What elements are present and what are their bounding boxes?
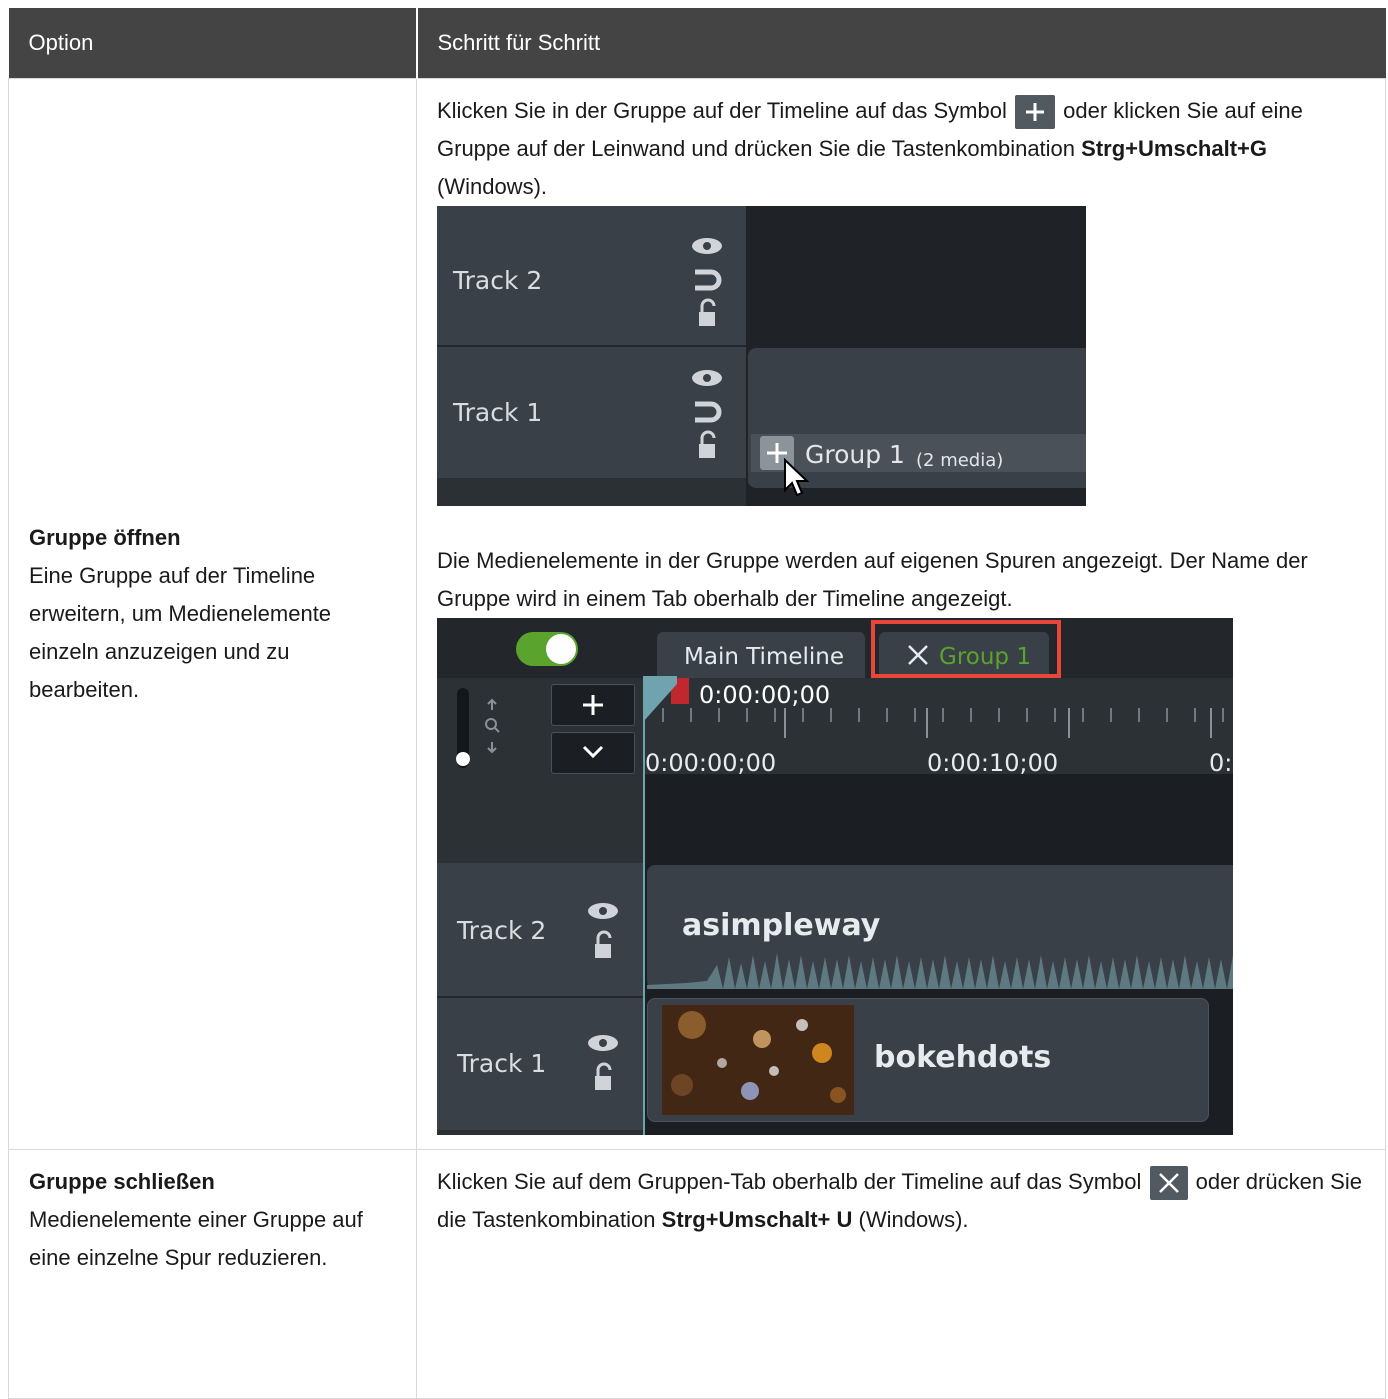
track-2-icons — [692, 238, 722, 326]
video-clip-label: bokehdots — [874, 1040, 1052, 1075]
track-1-label: Track 1 — [453, 398, 543, 427]
plus-icon — [583, 695, 603, 715]
steps-cell: Klicken Sie in der Gruppe auf der Timeli… — [416, 78, 1386, 1150]
audio-waveform — [647, 953, 1233, 989]
option-title: Gruppe schließen — [29, 1169, 215, 1194]
step-text: Klicken Sie in der Gruppe auf der Timeli… — [437, 79, 1367, 206]
highlight-box — [871, 620, 1061, 678]
table-header-row: Option Schritt für Schritt — [8, 8, 1386, 79]
collapse-button[interactable] — [551, 732, 635, 774]
playhead-time: 0:00:00;00 — [699, 681, 831, 709]
group-label: Group 1 — [805, 440, 905, 469]
track-2-label: Track 2 — [453, 266, 543, 295]
table-row: Gruppe schließen Medienelemente einer Gr… — [8, 1149, 1386, 1399]
ruler-label: 0: — [1209, 749, 1233, 777]
chevron-down-icon — [582, 745, 604, 759]
toggle-switch[interactable] — [516, 632, 578, 666]
option-title: Gruppe öffnen — [29, 525, 181, 550]
audio-clip-label: asimpleway — [682, 908, 881, 943]
shortcut-text: Strg+Umschalt+ U — [661, 1207, 853, 1232]
track-1-icons — [692, 370, 722, 458]
group-media-count: (2 media) — [916, 450, 1004, 471]
track-2-label: Track 2 — [457, 916, 547, 945]
ruler-label: 0:00:10;00 — [927, 749, 1059, 777]
zoom-icon — [485, 698, 500, 754]
close-icon — [1149, 1166, 1188, 1201]
add-track-button[interactable] — [551, 684, 635, 726]
step-2-text: Die Medienelemente in der Gruppe werden … — [437, 548, 1308, 611]
step-text-part: (Windows). — [858, 1207, 969, 1232]
audio-clip[interactable]: asimpleway — [647, 865, 1233, 989]
step-text: Klicken Sie auf dem Gruppen-Tab oberhalb… — [437, 1163, 1367, 1239]
tab-main-label: Main Timeline — [684, 644, 845, 670]
option-description: Eine Gruppe auf der Timeline erweitern, … — [29, 563, 332, 702]
track-1-icons — [588, 1035, 618, 1090]
header-steps: Schritt für Schritt — [416, 8, 1386, 79]
option-cell: Gruppe schließen Medienelemente einer Gr… — [8, 1149, 417, 1399]
zoom-slider[interactable] — [456, 688, 470, 768]
option-description: Medienelemente einer Gruppe auf eine ein… — [29, 1207, 363, 1270]
zoom-slider-thumb[interactable] — [456, 752, 470, 766]
step-text-part: Klicken Sie in der Gruppe auf der Timeli… — [437, 98, 1007, 123]
option-cell: Gruppe öffnen Eine Gruppe auf der Timeli… — [8, 78, 417, 1150]
toggle-knob — [546, 634, 576, 664]
table-row: Gruppe öffnen Eine Gruppe auf der Timeli… — [8, 78, 1386, 1150]
video-clip[interactable]: bokehdots — [647, 998, 1209, 1122]
track-2-icons — [588, 903, 618, 958]
header-option: Option — [8, 8, 418, 79]
playhead-marker[interactable] — [643, 676, 677, 724]
options-table: Option Schritt für Schritt Gruppe öffnen… — [8, 8, 1386, 1399]
track-1-label: Track 1 — [457, 1049, 547, 1078]
timeline-group-screenshot: Track 2 Track 1 Group 1 (2 media) — [437, 206, 1086, 506]
plus-icon — [1014, 95, 1055, 130]
steps-cell: Klicken Sie auf dem Gruppen-Tab oberhalb… — [416, 1149, 1386, 1399]
step-text-part: Klicken Sie auf dem Gruppen-Tab oberhalb… — [437, 1169, 1142, 1194]
ruler-label: 0:00:00;00 — [645, 749, 777, 777]
video-thumbnail — [662, 1005, 854, 1115]
divider — [437, 478, 746, 506]
timeline-expanded-screenshot: Main Timeline Group 1 0:00:00;00 0:00:00… — [437, 618, 1233, 1135]
playhead-line — [643, 678, 645, 1135]
step-text-part: (Windows). — [437, 174, 548, 199]
divider — [437, 345, 746, 347]
tab-main-timeline[interactable]: Main Timeline — [657, 632, 865, 678]
shortcut-text: Strg+Umschalt+G — [1081, 136, 1267, 161]
